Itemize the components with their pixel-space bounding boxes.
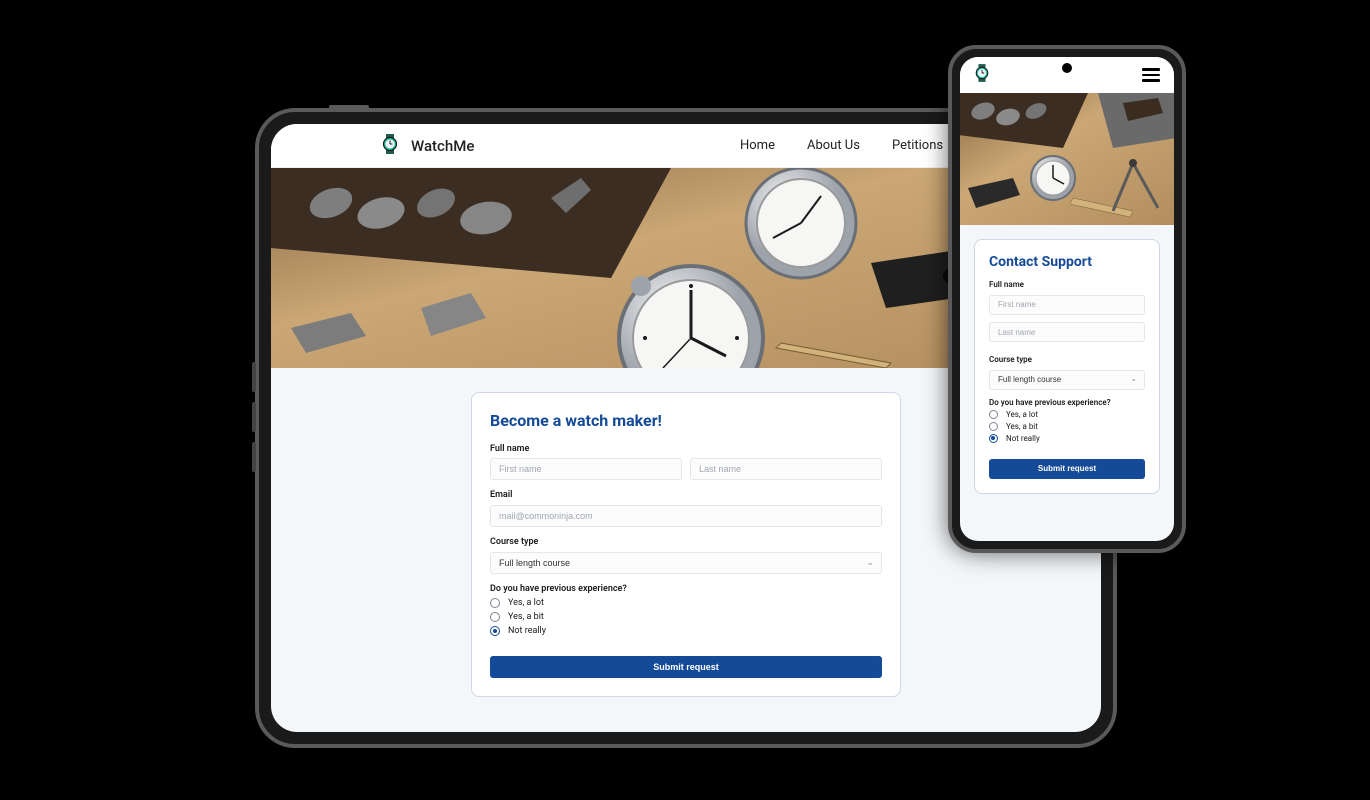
brand: WatchMe (381, 134, 474, 158)
mobile-radio-yes-alot[interactable]: Yes, a lot (989, 410, 1145, 419)
email-input[interactable] (490, 505, 882, 527)
phone-screen: Contact Support Full name Course type ⌄ (960, 57, 1174, 541)
mobile-label-fullname: Full name (989, 280, 1145, 289)
nav-about[interactable]: About Us (807, 138, 860, 153)
submit-button[interactable]: Submit request (490, 656, 882, 678)
tablet-power-button (329, 105, 369, 109)
radio-label: Yes, a lot (508, 598, 544, 608)
mobile-first-name-input[interactable] (989, 295, 1145, 315)
nav-home[interactable]: Home (740, 138, 775, 153)
radio-icon (490, 598, 500, 608)
field-email: Email (490, 490, 882, 527)
mobile-radio-yes-abit[interactable]: Yes, a bit (989, 422, 1145, 431)
mobile-label-course: Course type (989, 355, 1145, 364)
mobile-field-fullname: Full name (989, 280, 1145, 347)
radio-icon (989, 434, 998, 443)
mobile-form-title: Contact Support (989, 254, 1145, 270)
first-name-input[interactable] (490, 458, 682, 480)
label-course: Course type (490, 537, 882, 547)
tablet-side-buttons (252, 362, 256, 482)
mobile-field-experience: Do you have previous experience? Yes, a … (989, 398, 1145, 443)
last-name-input[interactable] (690, 458, 882, 480)
mobile-submit-button[interactable]: Submit request (989, 459, 1145, 479)
radio-yes-alot[interactable]: Yes, a lot (490, 598, 882, 608)
radio-label: Yes, a bit (508, 612, 544, 622)
mobile-form-container: Contact Support Full name Course type ⌄ (960, 225, 1174, 541)
phone-device-frame: Contact Support Full name Course type ⌄ (948, 45, 1186, 553)
radio-label: Not really (1006, 434, 1040, 443)
course-select-value[interactable] (490, 552, 882, 574)
radio-icon (490, 626, 500, 636)
label-email: Email (490, 490, 882, 500)
label-fullname: Full name (490, 444, 882, 454)
watch-icon (381, 134, 399, 158)
radio-icon (490, 612, 500, 622)
mobile-last-name-input[interactable] (989, 322, 1145, 342)
label-experience: Do you have previous experience? (490, 584, 882, 594)
form-title: Become a watch maker! (490, 411, 882, 430)
mobile-course-select[interactable]: ⌄ (989, 367, 1145, 390)
mobile-contact-form-card: Contact Support Full name Course type ⌄ (974, 239, 1160, 494)
radio-icon (989, 410, 998, 419)
field-course: Course type ⌄ (490, 537, 882, 574)
radio-not-really[interactable]: Not really (490, 626, 882, 636)
phone-camera-notch (1062, 63, 1072, 73)
mobile-label-experience: Do you have previous experience? (989, 398, 1145, 407)
radio-label: Yes, a lot (1006, 410, 1038, 419)
nav-petitions[interactable]: Petitions (892, 138, 943, 153)
course-select[interactable]: ⌄ (490, 551, 882, 574)
mobile-radio-not-really[interactable]: Not really (989, 434, 1145, 443)
mobile-field-course: Course type ⌄ (989, 355, 1145, 390)
radio-icon (989, 422, 998, 431)
field-fullname: Full name (490, 444, 882, 480)
phone-app-viewport: Contact Support Full name Course type ⌄ (960, 57, 1174, 541)
watch-icon (974, 64, 990, 86)
brand-name: WatchMe (411, 137, 474, 155)
field-experience: Do you have previous experience? Yes, a … (490, 584, 882, 636)
radio-label: Yes, a bit (1006, 422, 1038, 431)
radio-yes-abit[interactable]: Yes, a bit (490, 612, 882, 622)
mobile-course-select-value[interactable] (989, 370, 1145, 390)
menu-icon[interactable] (1142, 68, 1160, 82)
signup-form-card: Become a watch maker! Full name Email (471, 392, 901, 697)
mobile-hero-image (960, 93, 1174, 225)
radio-label: Not really (508, 626, 546, 636)
